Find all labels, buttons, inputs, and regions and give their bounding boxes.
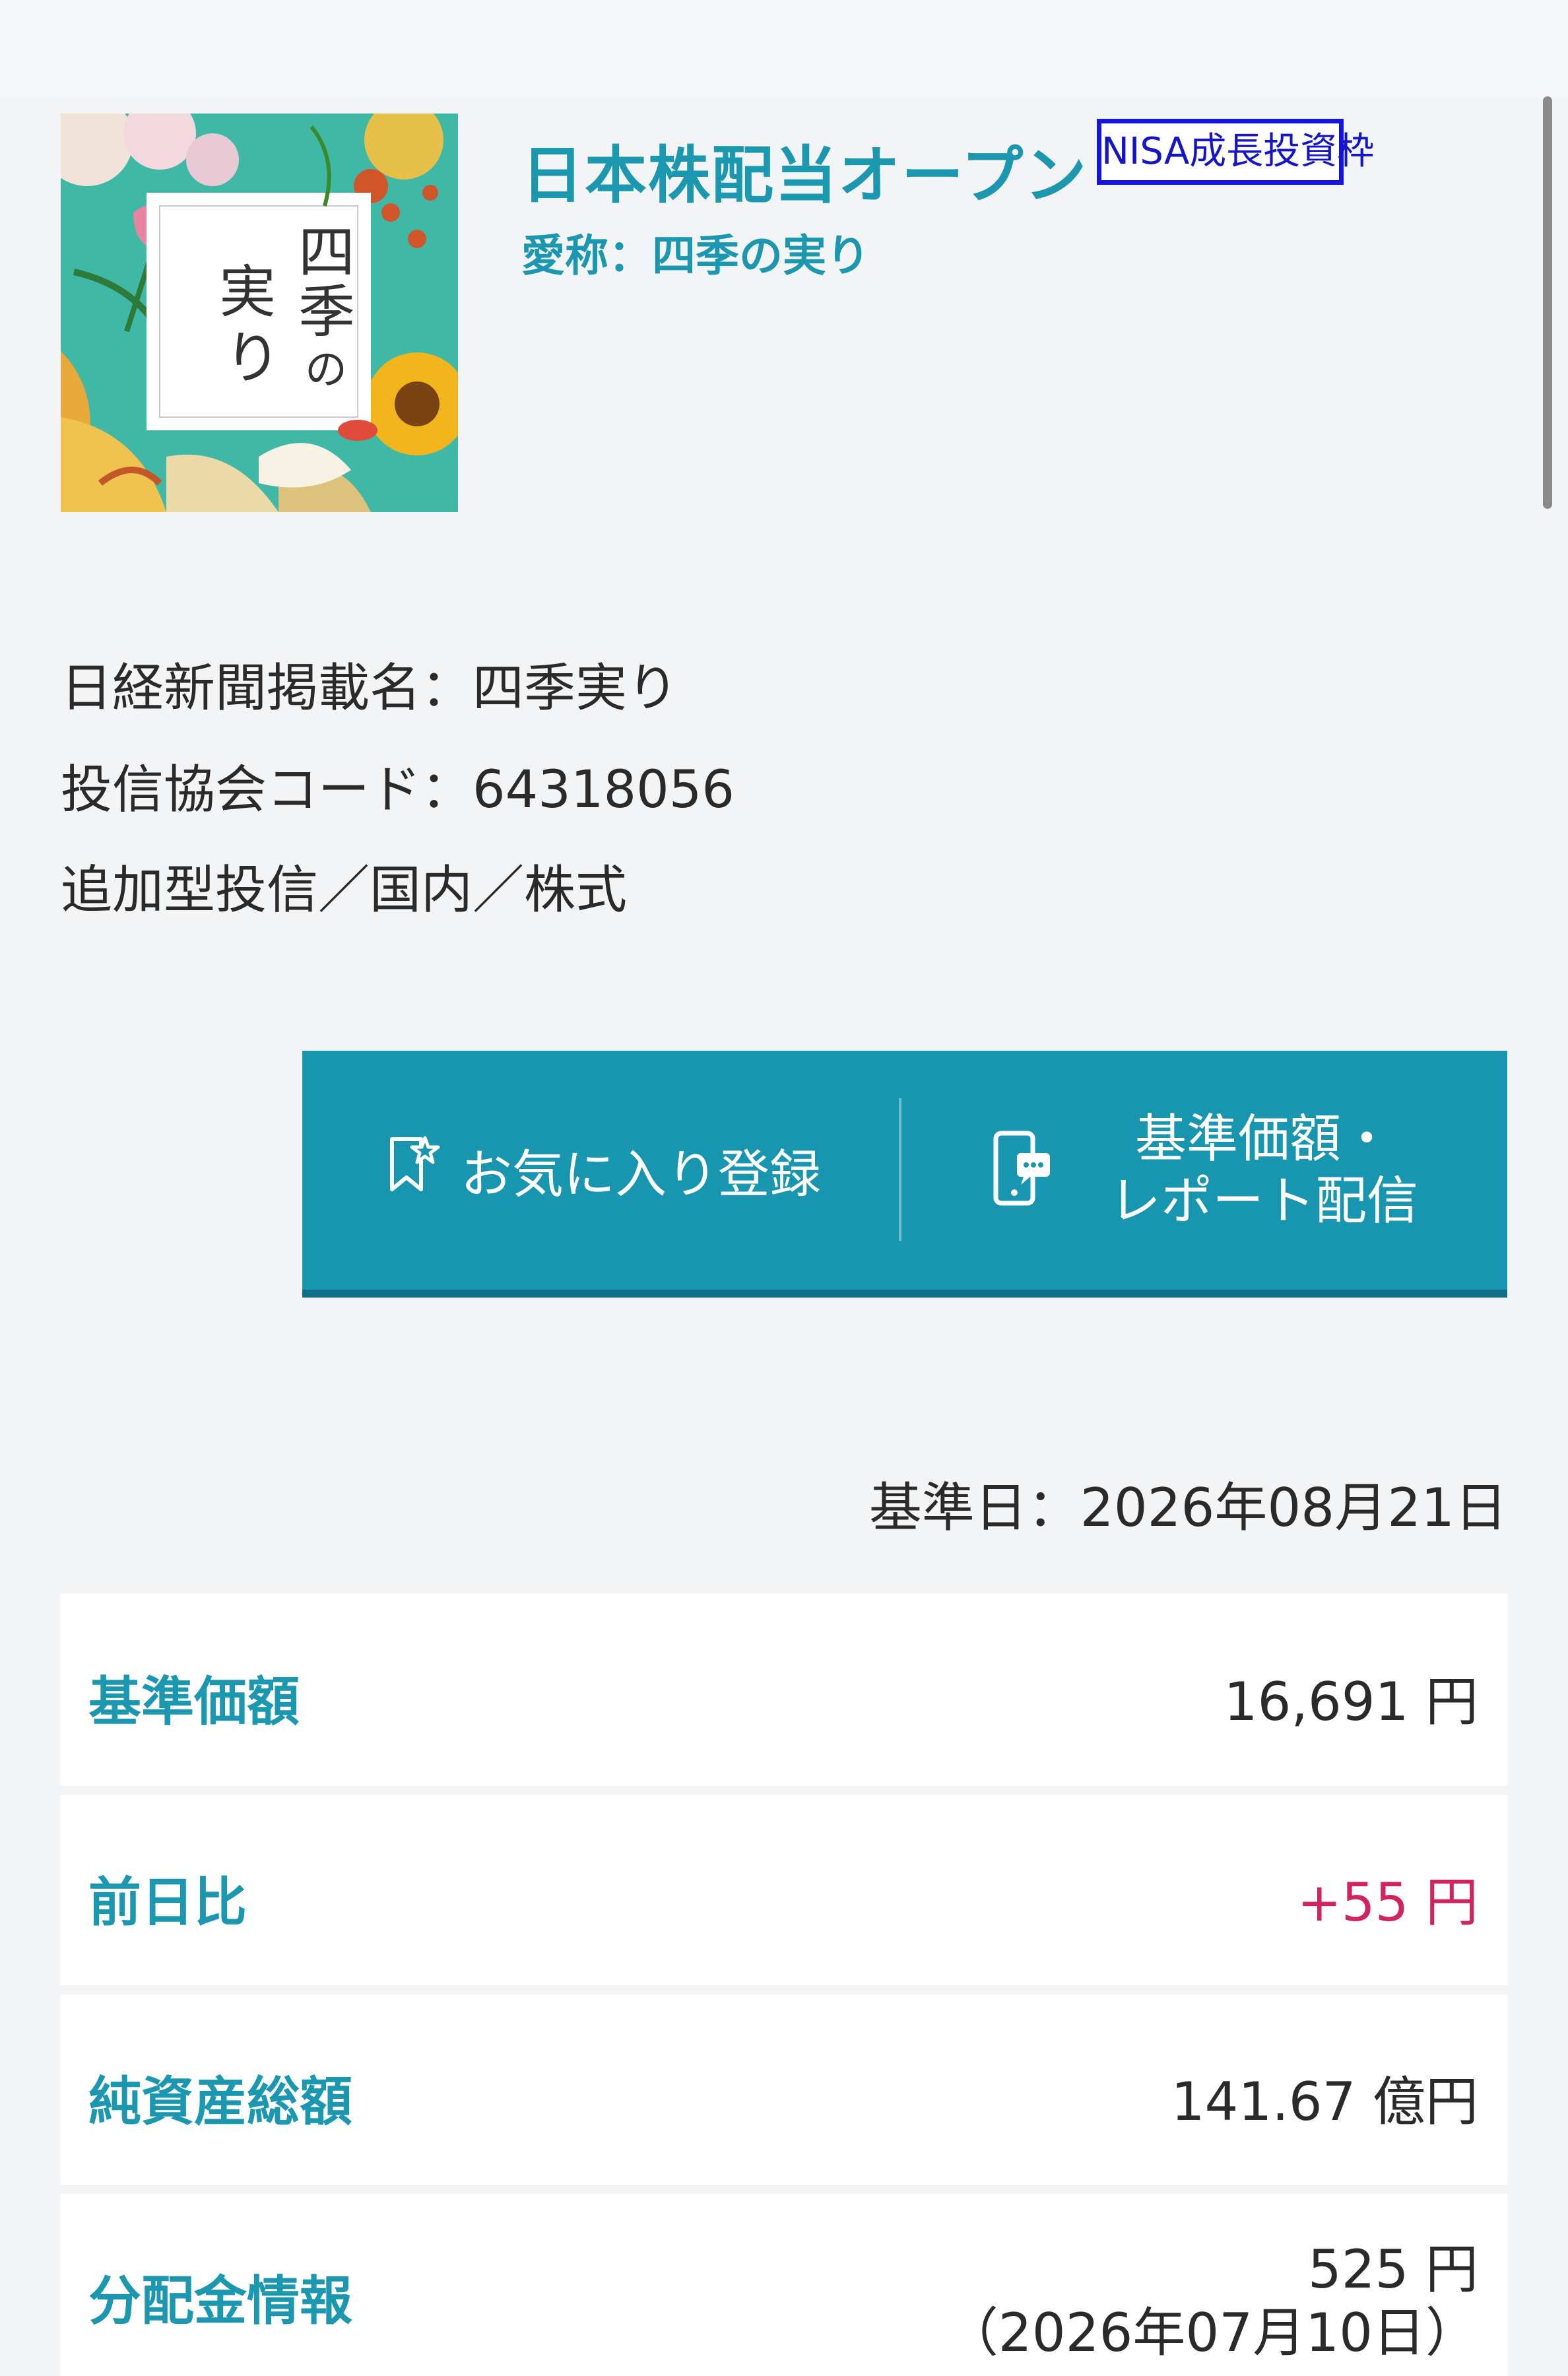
phone-message-icon [991,1129,1054,1211]
table-row: 分配金情報 525 円 （2026年07月10日） [61,2194,1507,2376]
svg-text:の: の [305,346,347,395]
fund-nickname: 愛称：四季の実り [521,230,870,281]
association-code: 投信協会コード：64318056 [61,760,735,820]
svg-text:四: 四 [298,220,355,286]
fund-category: 追加型投信／国内／株式 [61,861,628,920]
bookmark-star-icon [380,1133,461,1208]
row-label: 前日比 [88,1872,247,1933]
table-row: 純資産総額 141.67 億円 [61,1995,1507,2185]
row-label: 純資産総額 [88,2071,352,2132]
nisa-badge: NISA成長投資枠 [1097,119,1374,185]
browser-top-bar [0,0,1568,99]
fund-title: 日本株配当オープン [521,140,1088,212]
alert-label-line2: レポート配信 [1109,1172,1418,1231]
base-date: 基準日：2026年08月21日 [868,1477,1507,1538]
fund-illustration: 四 季 の 実 り [61,114,458,512]
table-row: 前日比 +55 円 [61,1795,1507,1985]
row-value-date: （2026年07月10日） [945,2302,1478,2363]
row-value: +55 円 [1297,1872,1478,1933]
row-label: 分配金情報 [88,2270,352,2332]
nikkei-name: 日経新聞掲載名：四季実り [61,659,679,718]
row-value: 16,691 円 [1224,1671,1478,1732]
favorite-button[interactable]: お気に入り登録 [302,1051,899,1290]
row-value: 141.67 億円 [1171,2071,1478,2132]
action-bar: お気に入り登録 基準価額・ レポート配信 [302,1051,1507,1298]
svg-text:実: 実 [219,259,276,325]
alert-label-line1: 基準価額・ [1134,1109,1392,1169]
table-row: 基準価額 16,691 円 [61,1593,1507,1786]
favorite-label: お気に入り登録 [460,1145,821,1204]
report-alert-button[interactable]: 基準価額・ レポート配信 [901,1051,1507,1290]
row-label: 基準価額 [88,1671,300,1732]
svg-text:季: 季 [298,279,355,345]
svg-text:り: り [224,325,281,391]
scrollbar[interactable] [1543,96,1552,509]
